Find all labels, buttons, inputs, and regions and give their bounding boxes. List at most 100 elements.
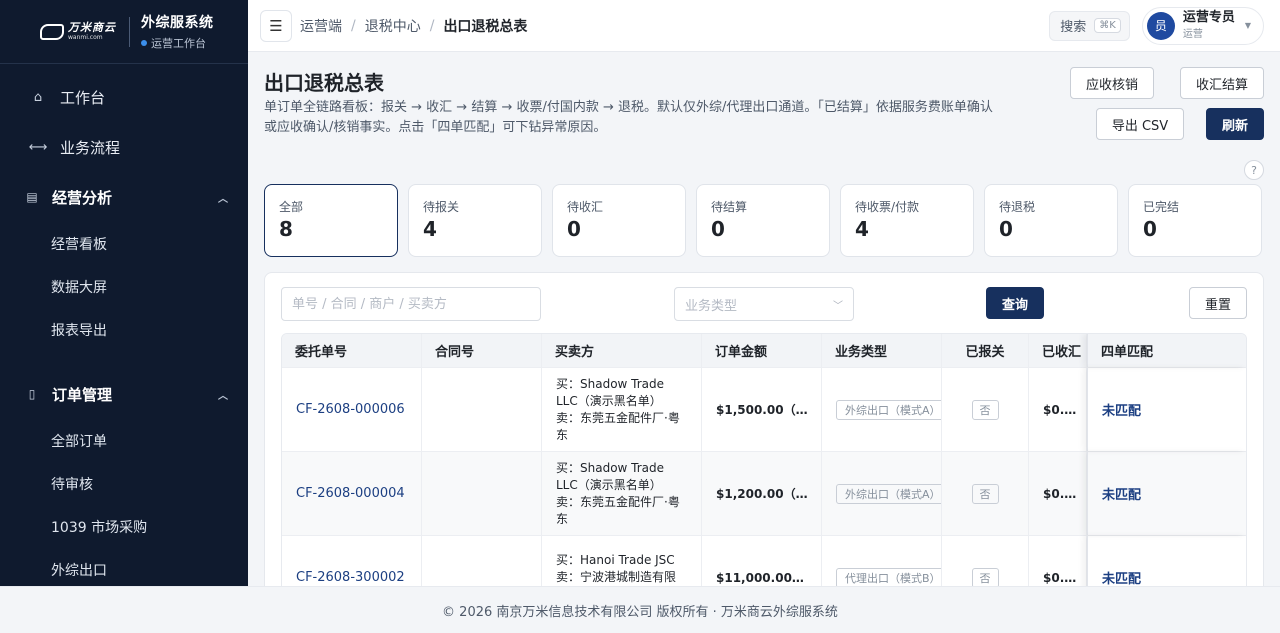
order-link[interactable]: CF-2608-000004	[296, 486, 405, 501]
breadcrumb-separator: /	[351, 17, 356, 34]
match-link[interactable]: 未匹配	[1102, 400, 1141, 419]
help-icon[interactable]: ?	[1244, 160, 1264, 180]
logo-domain: wanmi.com	[68, 34, 103, 41]
cell-amount: $1,500.00（美元）	[702, 368, 822, 451]
column-header: 买卖方	[542, 334, 702, 367]
cell-order-no: CF-2608-000006	[282, 368, 422, 451]
cell-order-no: CF-2608-300002	[282, 536, 422, 586]
cell-received: $0.00（美元）	[1029, 368, 1087, 451]
buyer-text: 买：Hanoi Trade JSC	[556, 553, 675, 567]
stat-value: 4	[855, 217, 869, 241]
stat-card-pending-refund[interactable]: 待退税 0	[984, 184, 1118, 257]
stat-label: 已完结	[1143, 200, 1180, 214]
arrows-horizontal-icon: ⟷	[28, 139, 48, 155]
amount-text: $1,500.00（美元）	[716, 403, 821, 417]
table-row[interactable]: CF-2608-300002 买：Hanoi Trade JSC 卖：宁波港城制造…	[282, 536, 1246, 586]
export-csv-button[interactable]: 导出 CSV	[1096, 108, 1184, 140]
page-header: 出口退税总表 单订单全链路看板：报关 → 收汇 → 结算 → 收票/付国内款 →…	[264, 52, 1264, 184]
chevron-down-icon: ﹀	[833, 300, 843, 312]
cell-received: $0.00（美元）	[1029, 536, 1087, 586]
table-row[interactable]: CF-2608-000004 买：Shadow Trade LLC（演示黑名单）…	[282, 452, 1246, 536]
sidebar-group-orders[interactable]: ▯ 订单管理 ︿	[0, 369, 248, 419]
column-header: 订单金额	[702, 334, 822, 367]
main-content: 出口退税总表 单订单全链路看板：报关 → 收汇 → 结算 → 收票/付国内款 →…	[248, 52, 1280, 586]
sidebar-item-big-screen[interactable]: 数据大屏	[0, 265, 248, 308]
stat-value: 4	[423, 217, 437, 241]
filter-bar: 业务类型 ﹀ 查询 重置	[281, 287, 1247, 321]
cell-type: 代理出口（模式B）	[822, 536, 942, 586]
sidebar-item-market-purchase[interactable]: 1039 市场采购	[0, 505, 248, 548]
column-header: 已收汇	[1029, 334, 1087, 367]
shortcut-hint: ⌘K	[1094, 18, 1121, 33]
receivable-writeoff-button[interactable]: 应收核销	[1070, 67, 1154, 99]
stat-value: 0	[1143, 217, 1157, 241]
query-button[interactable]: 查询	[986, 287, 1044, 319]
user-menu[interactable]: 员 运营专员 运营 ▼	[1141, 6, 1264, 45]
company-logo[interactable]: 万米商云 wanmi.com	[40, 22, 116, 41]
stat-label: 待退税	[999, 200, 1036, 214]
search-input[interactable]	[281, 287, 541, 321]
reset-button[interactable]: 重置	[1189, 287, 1247, 319]
menu-toggle-button[interactable]: ☰	[260, 9, 292, 42]
order-link[interactable]: CF-2608-000006	[296, 402, 405, 417]
breadcrumb: 运营端 / 退税中心 / 出口退税总表	[300, 16, 527, 36]
stat-card-pending-settlement[interactable]: 待结算 0	[696, 184, 830, 257]
stat-card-all[interactable]: 全部 8	[264, 184, 398, 257]
sidebar-item-business-flow[interactable]: ⟷ 业务流程	[0, 122, 248, 172]
stat-label: 待收票/付款	[855, 200, 920, 214]
chart-icon: ▤	[26, 190, 38, 204]
stat-card-completed[interactable]: 已完结 0	[1128, 184, 1262, 257]
column-header: 四单匹配	[1087, 334, 1246, 367]
sidebar-item-export[interactable]: 外综出口	[0, 548, 248, 586]
sidebar-item-workbench[interactable]: ⌂ 工作台	[0, 72, 248, 122]
sidebar-group-analytics[interactable]: ▤ 经营分析 ︿	[0, 172, 248, 222]
stat-label: 待收汇	[567, 200, 604, 214]
fx-settlement-button[interactable]: 收汇结算	[1180, 67, 1264, 99]
brand-divider	[129, 16, 130, 47]
match-link[interactable]: 未匹配	[1102, 484, 1141, 503]
business-type-tag: 外综出口（模式A）	[836, 399, 941, 420]
cell-type: 外综出口（模式A）	[822, 452, 942, 535]
declared-tag: 否	[971, 483, 999, 504]
cell-contract	[422, 536, 542, 586]
cell-declared: 否	[942, 452, 1029, 535]
global-search-button[interactable]: 搜索 ⌘K	[1049, 10, 1130, 41]
business-type-select[interactable]: 业务类型 ﹀	[674, 287, 854, 321]
business-type-tag: 外综出口（模式A）	[836, 483, 941, 504]
cell-contract	[422, 452, 542, 535]
cell-parties: 买：Shadow Trade LLC（演示黑名单） 卖：东莞五金配件厂·粤东	[542, 452, 702, 535]
system-name: 外综服系统	[141, 15, 214, 31]
cell-order-no: CF-2608-000004	[282, 452, 422, 535]
stat-card-pending-invoice[interactable]: 待收票/付款 4	[840, 184, 974, 257]
sidebar-item-all-orders[interactable]: 全部订单	[0, 419, 248, 462]
sidebar-item-report-export[interactable]: 报表导出	[0, 308, 248, 351]
order-link[interactable]: CF-2608-300002	[296, 570, 405, 585]
stat-card-pending-fx[interactable]: 待收汇 0	[552, 184, 686, 257]
table-row[interactable]: CF-2608-000006 买：Shadow Trade LLC（演示黑名单）…	[282, 368, 1246, 452]
home-icon: ⌂	[33, 89, 43, 105]
breadcrumb-item[interactable]: 退税中心	[365, 16, 421, 36]
cell-contract	[422, 368, 542, 451]
amount-text: $11,000.00（美元）	[716, 571, 821, 585]
stat-label: 待结算	[711, 200, 748, 214]
refresh-button[interactable]: 刷新	[1206, 108, 1264, 140]
seller-text: 卖：东莞五金配件厂·粤东	[556, 494, 680, 526]
amount-text: $1,200.00（美元）	[716, 487, 821, 501]
cell-parties: 买：Hanoi Trade JSC 卖：宁波港城制造有限公司	[542, 536, 702, 586]
cell-amount: $11,000.00（美元）	[702, 536, 822, 586]
sidebar-item-dashboard[interactable]: 经营看板	[0, 222, 248, 265]
page-description: 单订单全链路看板：报关 → 收汇 → 结算 → 收票/付国内款 → 退税。默认仅…	[264, 100, 993, 135]
refund-table: 委托单号 合同号 买卖方 订单金额 业务类型 已报关 已收汇 四单匹配 CF-2…	[281, 333, 1247, 586]
buyer-text: 买：Shadow Trade LLC（演示黑名单）	[556, 460, 665, 492]
user-role: 运营	[1182, 29, 1203, 41]
match-link[interactable]: 未匹配	[1102, 568, 1141, 586]
sidebar-item-label: 工作台	[60, 88, 106, 107]
sidebar-group-label: 经营分析	[52, 188, 113, 207]
chevron-up-icon: ︿	[218, 193, 228, 205]
breadcrumb-item[interactable]: 运营端	[300, 16, 342, 36]
page-footer: © 2026 南京万米信息技术有限公司 版权所有 · 万米商云外综服系统	[0, 586, 1280, 633]
declared-tag: 否	[971, 567, 999, 586]
stat-card-pending-declaration[interactable]: 待报关 4	[408, 184, 542, 257]
sidebar-item-pending-review[interactable]: 待审核	[0, 462, 248, 505]
sidebar-group-label: 订单管理	[52, 385, 113, 404]
